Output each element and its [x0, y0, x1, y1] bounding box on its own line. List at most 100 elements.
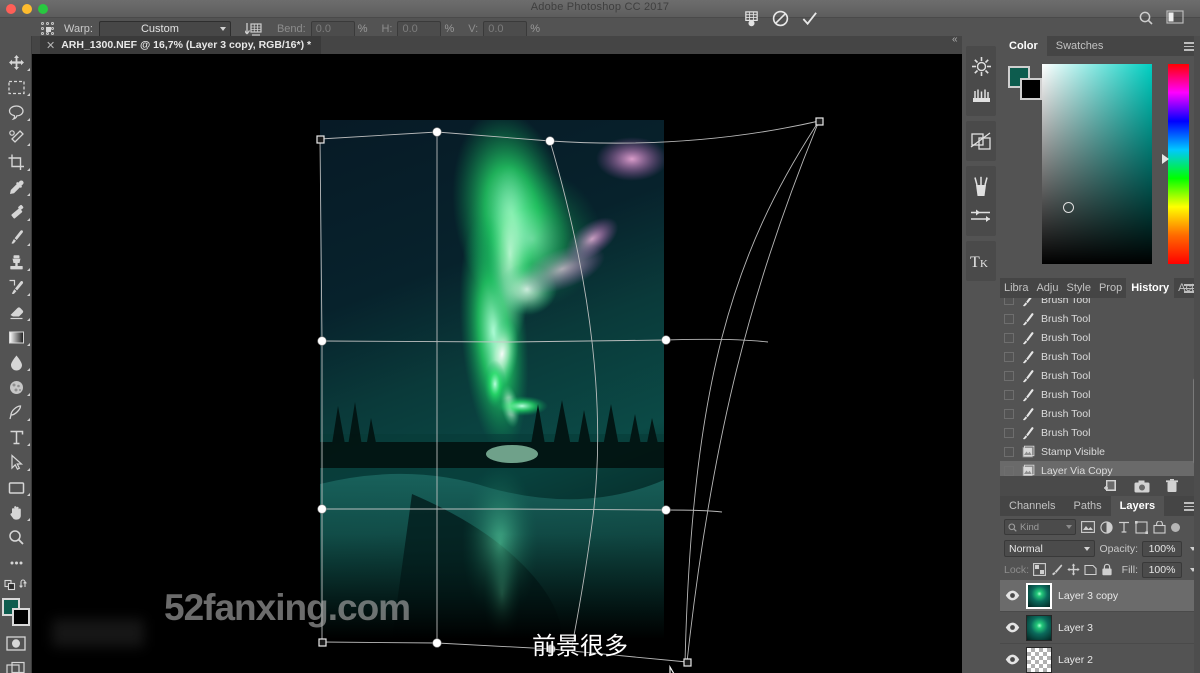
path-selection-tool[interactable] — [0, 450, 32, 475]
tab-properties[interactable]: Prop — [1095, 278, 1126, 298]
brush-icon[interactable] — [1050, 563, 1063, 576]
history-snapshot-toggle[interactable] — [1004, 446, 1014, 457]
color-field-cursor[interactable] — [1063, 202, 1074, 213]
history-entry[interactable]: Brush Tool — [1000, 366, 1200, 385]
layer-thumbnail[interactable] — [1026, 614, 1052, 641]
tab-libraries[interactable]: Libra — [1000, 278, 1032, 298]
collapse-panels-icon[interactable]: « — [952, 34, 958, 45]
padlock-icon[interactable] — [1101, 563, 1113, 576]
tab-paths[interactable]: Paths — [1064, 496, 1110, 516]
half-circle-icon[interactable] — [1100, 520, 1113, 534]
smart-object-icon[interactable] — [1153, 520, 1166, 534]
color-field[interactable] — [1042, 64, 1152, 264]
adjustments-sliders-icon[interactable] — [966, 201, 996, 231]
layers-list[interactable]: Layer 3 copy Layer 3 Layer 2 — [1000, 580, 1200, 673]
camera-icon[interactable] — [1134, 480, 1150, 493]
layer-row[interactable]: Layer 3 — [1000, 612, 1200, 644]
history-entry[interactable]: Brush Tool — [1000, 309, 1200, 328]
warp-toggle-icon[interactable] — [743, 10, 760, 27]
pen-tool[interactable] — [0, 400, 32, 425]
quick-mask-button[interactable] — [0, 631, 32, 656]
image-icon[interactable] — [1081, 521, 1095, 533]
hue-slider-thumb[interactable] — [1162, 154, 1169, 164]
h-input[interactable]: 0.0 — [397, 20, 442, 38]
gradient-tool[interactable] — [0, 325, 32, 350]
opacity-value[interactable]: 100% — [1142, 540, 1182, 557]
background-color-swatch[interactable] — [1020, 78, 1042, 100]
layer-thumbnail[interactable] — [1026, 582, 1052, 609]
layer-thumbnail[interactable] — [1026, 646, 1052, 673]
artboard-icon[interactable] — [1084, 563, 1097, 576]
edit-toolbar-button[interactable] — [0, 550, 32, 575]
history-snapshot-toggle[interactable] — [1004, 427, 1014, 438]
history-entry[interactable]: Brush Tool — [1000, 298, 1200, 309]
new-doc-from-state-icon[interactable] — [1103, 479, 1118, 493]
cancel-icon[interactable] — [772, 10, 789, 27]
history-entry[interactable]: Brush Tool — [1000, 328, 1200, 347]
tab-history[interactable]: History — [1126, 278, 1175, 298]
character-tk-icon[interactable]: TK — [966, 246, 996, 276]
bend-input[interactable]: 0.0 — [310, 20, 355, 38]
right-scroll-strip[interactable] — [1194, 36, 1200, 673]
history-snapshot-toggle[interactable] — [1004, 313, 1014, 324]
background-color-swatch[interactable] — [11, 608, 30, 626]
trash-icon[interactable] — [1166, 479, 1178, 493]
dodge-tool[interactable] — [0, 375, 32, 400]
search-icon[interactable] — [1138, 10, 1154, 26]
rectangular-marquee-tool[interactable] — [0, 75, 32, 100]
foreground-background-colors[interactable] — [1, 597, 31, 627]
warp-preset-select[interactable]: Custom — [98, 20, 231, 38]
layer-row[interactable]: Layer 3 copy — [1000, 580, 1200, 612]
eye-icon[interactable] — [1004, 590, 1020, 601]
zoom-tool[interactable] — [0, 525, 32, 550]
history-snapshot-toggle[interactable] — [1004, 332, 1014, 343]
warp-artwork[interactable] — [32, 54, 962, 673]
crop-tool[interactable] — [0, 150, 32, 175]
quick-selection-tool[interactable] — [0, 125, 32, 150]
eyedropper-tool[interactable] — [0, 175, 32, 200]
filter-kind-select[interactable]: Kind — [1004, 519, 1076, 535]
color-shortcuts-row[interactable] — [0, 575, 32, 593]
tab-channels[interactable]: Channels — [1000, 496, 1064, 516]
history-list[interactable]: Brush Tool Brush Tool Brush Tool Brush Tool… — [1000, 298, 1200, 476]
v-input[interactable]: 0.0 — [483, 20, 528, 38]
type-t-icon[interactable] — [1118, 521, 1130, 533]
workspace-switcher-icon[interactable] — [1166, 10, 1184, 24]
brush-tool[interactable] — [0, 225, 32, 250]
warp-grid-icon[interactable] — [40, 21, 56, 37]
square-icon[interactable] — [1135, 520, 1148, 534]
history-snapshot-toggle[interactable] — [1004, 389, 1014, 400]
close-icon[interactable]: ✕ — [46, 39, 55, 52]
canvas-area[interactable]: 52fanxing.com 前景很多 — [32, 54, 962, 673]
checker-icon[interactable] — [1033, 563, 1047, 576]
type-tool[interactable] — [0, 425, 32, 450]
history-snapshot-toggle[interactable] — [1004, 370, 1014, 381]
tool-presets-icon[interactable] — [966, 171, 996, 201]
lasso-tool[interactable] — [0, 100, 32, 125]
move-tool[interactable] — [0, 50, 32, 75]
clone-source-icon[interactable] — [966, 126, 996, 156]
history-entry[interactable]: Layer Via Copy — [1000, 461, 1200, 476]
history-snapshot-toggle[interactable] — [1004, 465, 1014, 476]
blur-tool[interactable] — [0, 350, 32, 375]
color-panel[interactable] — [1000, 56, 1200, 278]
history-entry[interactable]: Stamp Visible — [1000, 442, 1200, 461]
eraser-tool[interactable] — [0, 300, 32, 325]
history-entry[interactable]: Brush Tool — [1000, 385, 1200, 404]
history-entry[interactable]: Brush Tool — [1000, 347, 1200, 366]
clone-stamp-tool[interactable] — [0, 250, 32, 275]
eye-icon[interactable] — [1004, 622, 1020, 633]
history-entry[interactable]: Brush Tool — [1000, 404, 1200, 423]
eye-icon[interactable] — [1004, 654, 1020, 665]
fill-value[interactable]: 100% — [1142, 561, 1182, 578]
color-panel-swatches[interactable] — [1008, 66, 1042, 100]
tab-adjustments[interactable]: Adju — [1032, 278, 1062, 298]
layer-row[interactable]: Layer 2 — [1000, 644, 1200, 673]
tab-styles[interactable]: Style — [1063, 278, 1095, 298]
brush-presets-icon[interactable] — [966, 81, 996, 111]
blend-mode-select[interactable]: Normal — [1004, 540, 1096, 557]
spot-healing-brush-tool[interactable] — [0, 200, 32, 225]
history-snapshot-toggle[interactable] — [1004, 408, 1014, 419]
brush-settings-icon[interactable] — [966, 51, 996, 81]
history-snapshot-toggle[interactable] — [1004, 298, 1014, 305]
